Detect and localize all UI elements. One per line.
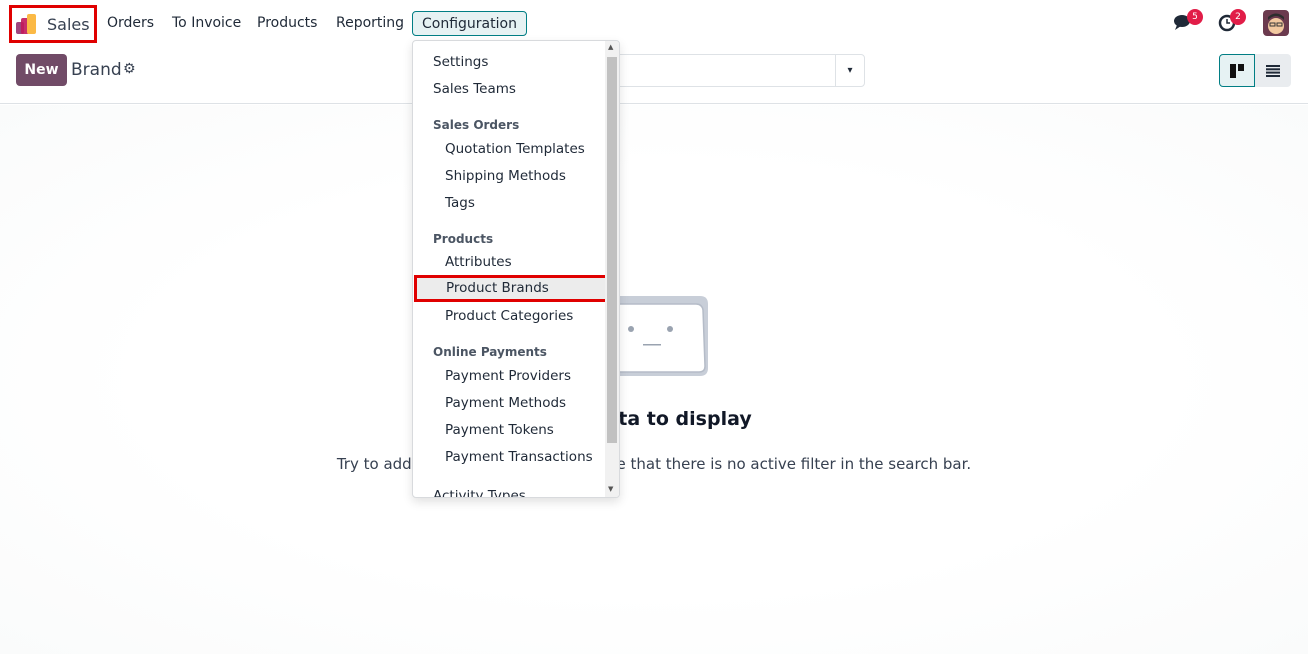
scroll-down-icon[interactable]: ▼ <box>608 485 613 493</box>
menu-products[interactable]: Products <box>257 11 317 36</box>
list-view-button[interactable] <box>1255 54 1291 87</box>
menu-reporting[interactable]: Reporting <box>336 11 404 36</box>
list-icon <box>1266 64 1280 77</box>
search-dropdown-toggle[interactable]: ▾ <box>835 55 864 86</box>
app-name: Sales <box>47 14 90 34</box>
configuration-dropdown: Settings Sales Teams Sales Orders Quotation… <box>412 40 620 498</box>
section-header-online-payments: Online Payments <box>433 345 547 359</box>
dropdown-scrollbar[interactable]: ▲ ▼ <box>605 41 619 497</box>
empty-title: No data to display <box>556 408 752 430</box>
scrollbar-thumb[interactable] <box>607 57 617 443</box>
activities-button[interactable]: 2 <box>1218 9 1246 36</box>
menu-item-product-categories[interactable]: Product Categories <box>413 303 606 330</box>
section-header-sales-orders: Sales Orders <box>433 118 520 132</box>
new-button[interactable]: New <box>16 54 67 86</box>
messages-badge: 5 <box>1187 9 1203 25</box>
empty-state <box>0 105 1308 654</box>
menu-item-settings[interactable]: Settings <box>413 49 606 76</box>
menu-orders[interactable]: Orders <box>107 11 154 36</box>
kanban-view-button[interactable] <box>1219 54 1255 87</box>
menu-to-invoice[interactable]: To Invoice <box>172 11 241 36</box>
menu-item-activity-types[interactable]: Activity Types <box>413 483 606 497</box>
activities-badge: 2 <box>1230 9 1246 25</box>
menu-item-payment-transactions[interactable]: Payment Transactions <box>413 444 606 471</box>
kanban-icon <box>1230 63 1244 78</box>
menu-item-payment-methods[interactable]: Payment Methods <box>413 390 606 417</box>
top-navbar: Sales Orders To Invoice Products Reporti… <box>0 0 1308 46</box>
menu-configuration[interactable]: Configuration <box>412 11 527 36</box>
gear-icon[interactable]: ⚙ <box>123 61 136 77</box>
user-avatar[interactable] <box>1263 10 1289 36</box>
menu-item-tags[interactable]: Tags <box>413 190 606 217</box>
scroll-up-icon[interactable]: ▲ <box>608 43 613 51</box>
menu-item-quotation-templates[interactable]: Quotation Templates <box>413 136 606 163</box>
menu-item-sales-teams[interactable]: Sales Teams <box>413 76 606 103</box>
section-header-products: Products <box>433 232 494 246</box>
menu-item-shipping-methods[interactable]: Shipping Methods <box>413 163 606 190</box>
menu-item-payment-providers[interactable]: Payment Providers <box>413 363 606 390</box>
empty-text: Try to add some records, or make sure th… <box>336 455 972 473</box>
sales-app-icon <box>16 14 38 34</box>
app-brand[interactable]: Sales <box>9 5 97 43</box>
messages-button[interactable]: 5 <box>1173 9 1203 36</box>
menu-item-payment-tokens[interactable]: Payment Tokens <box>413 417 606 444</box>
menu-item-product-brands[interactable]: Product Brands <box>414 275 609 302</box>
control-panel: New Brand ⚙ ▾ <box>0 54 1308 104</box>
search-bar[interactable]: ▾ <box>600 54 865 87</box>
menu-item-attributes[interactable]: Attributes <box>413 249 606 276</box>
breadcrumb: Brand <box>71 60 122 80</box>
